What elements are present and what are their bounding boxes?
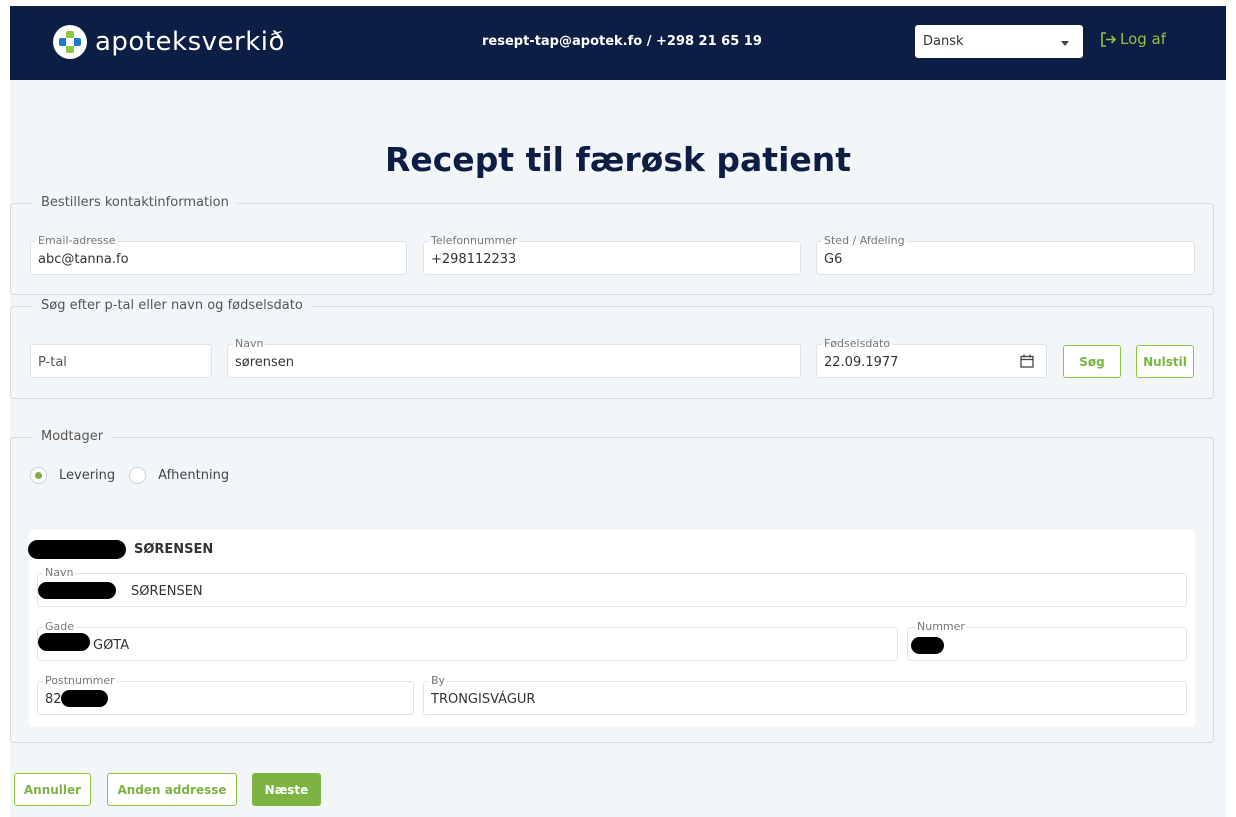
search-legend: Søg efter p-tal eller navn og fødselsdat… bbox=[33, 298, 311, 313]
search-button[interactable]: Søg bbox=[1063, 345, 1121, 378]
other-address-button[interactable]: Anden addresse bbox=[107, 773, 237, 806]
delivery-radio-group: Levering Afhentning bbox=[30, 467, 243, 484]
language-select[interactable]: Dansk bbox=[915, 25, 1083, 58]
email-field[interactable]: Email-adresse abc@tanna.fo bbox=[30, 234, 407, 275]
city-label: By bbox=[429, 674, 448, 688]
reset-button[interactable]: Nulstil bbox=[1136, 345, 1194, 378]
logo[interactable]: apoteksverkið bbox=[53, 24, 285, 60]
phone-value: +298112233 bbox=[431, 252, 517, 267]
postal-label: Postnummer bbox=[43, 674, 117, 688]
page: apoteksverkið resept-tap@apotek.fo / +29… bbox=[10, 6, 1226, 817]
recipient-name-label: Navn bbox=[43, 566, 76, 580]
radio-pickup[interactable] bbox=[129, 467, 147, 484]
dob-value: 22.09.1977 bbox=[824, 355, 899, 370]
dob-label: Fødselsdato bbox=[822, 337, 893, 351]
page-title: Recept til færøsk patient bbox=[384, 140, 852, 179]
department-label: Sted / Afdeling bbox=[822, 234, 907, 248]
redaction-mark bbox=[38, 582, 116, 599]
chevron-down-icon bbox=[1061, 41, 1069, 46]
department-field[interactable]: Sted / Afdeling G6 bbox=[816, 234, 1195, 275]
ptal-input[interactable]: P-tal bbox=[30, 344, 212, 378]
calendar-icon[interactable] bbox=[1020, 354, 1034, 368]
street-label: Gade bbox=[43, 620, 77, 634]
department-value: G6 bbox=[824, 252, 843, 267]
email-label: Email-adresse bbox=[36, 234, 118, 248]
orderer-legend: Bestillers kontaktinformation bbox=[33, 195, 237, 210]
phone-label: Telefonnummer bbox=[429, 234, 519, 248]
name-search-input[interactable]: Navn sørensen bbox=[227, 337, 801, 378]
recipient-name-field[interactable]: Navn SØRENSEN bbox=[37, 566, 1187, 607]
ptal-placeholder: P-tal bbox=[38, 355, 67, 370]
street-field[interactable]: Gade GØTA bbox=[37, 620, 898, 661]
city-value: TRONGISVÁGUR bbox=[431, 692, 536, 707]
recipient-legend: Modtager bbox=[33, 429, 112, 444]
redaction-mark bbox=[28, 540, 126, 559]
redaction-mark bbox=[38, 633, 90, 651]
language-value: Dansk bbox=[923, 34, 964, 49]
number-label: Nummer bbox=[915, 620, 967, 634]
redaction-mark bbox=[61, 690, 108, 707]
email-value: abc@tanna.fo bbox=[38, 252, 129, 267]
logout-icon bbox=[1101, 31, 1117, 47]
name-search-label: Navn bbox=[233, 337, 266, 351]
contact-info: resept-tap@apotek.fo / +298 21 65 19 bbox=[482, 34, 762, 49]
postal-field[interactable]: Postnummer 82 bbox=[37, 674, 414, 715]
dob-input[interactable]: Fødselsdato 22.09.1977 bbox=[816, 337, 1047, 378]
cross-icon bbox=[53, 25, 87, 59]
recipient-name-value: SØRENSEN bbox=[131, 584, 203, 599]
street-value: GØTA bbox=[93, 638, 130, 653]
recipient-card-title: SØRENSEN bbox=[134, 542, 214, 557]
radio-pickup-label[interactable]: Afhentning bbox=[158, 468, 229, 483]
postal-value: 82 bbox=[45, 692, 62, 707]
city-field[interactable]: By TRONGISVÁGUR bbox=[423, 674, 1187, 715]
radio-delivery[interactable] bbox=[30, 467, 47, 484]
logo-text: apoteksverkið bbox=[95, 27, 285, 57]
next-button[interactable]: Næste bbox=[252, 773, 321, 806]
redaction-mark bbox=[911, 637, 944, 654]
radio-delivery-label[interactable]: Levering bbox=[59, 468, 115, 483]
top-bar: apoteksverkið resept-tap@apotek.fo / +29… bbox=[10, 6, 1226, 80]
name-search-value: sørensen bbox=[235, 355, 295, 370]
logout-link[interactable]: Log af bbox=[1100, 30, 1166, 48]
phone-field[interactable]: Telefonnummer +298112233 bbox=[423, 234, 801, 275]
number-field[interactable]: Nummer bbox=[907, 620, 1187, 661]
logout-label: Log af bbox=[1120, 30, 1167, 48]
cancel-button[interactable]: Annuller bbox=[14, 773, 91, 806]
